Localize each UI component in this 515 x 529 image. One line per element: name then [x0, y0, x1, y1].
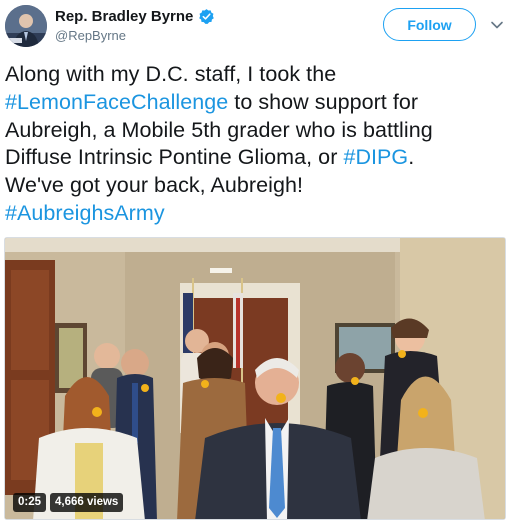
avatar[interactable]	[5, 5, 47, 47]
tweet-text-segment: Aubreigh, a Mobile 5th grader who is bat…	[5, 117, 433, 142]
tweet-line-2: #LemonFaceChallenge to show support for	[5, 89, 510, 117]
tweet-header: Rep. Bradley Byrne @RepByrne Follow	[0, 0, 515, 56]
tweet-line-6: #AubreighsArmy	[5, 200, 510, 228]
tweet-line-3: Aubreigh, a Mobile 5th grader who is bat…	[5, 117, 510, 145]
tweet-text-segment: .	[408, 145, 415, 170]
tweet-text-segment: We've got your back, Aubreigh!	[5, 173, 304, 198]
tweet-text-segment: Along with my D.C. staff, I took the	[5, 62, 337, 86]
chevron-down-icon[interactable]	[490, 18, 504, 32]
tweet-line-4: Diffuse Intrinsic Pontine Glioma, or #DI…	[5, 144, 510, 172]
video-duration: 0:25	[13, 493, 47, 512]
tweet-text: Along with my D.C. staff, I took the #Le…	[5, 61, 510, 228]
hashtag-aubreighsarmy[interactable]: #AubreighsArmy	[5, 201, 165, 225]
verified-badge-icon	[199, 9, 215, 24]
video-frame	[5, 238, 505, 519]
hashtag-dipg[interactable]: #DIPG	[343, 145, 408, 169]
hashtag-lemonfacechallenge[interactable]: #LemonFaceChallenge	[5, 90, 228, 114]
video-views: 4,666 views	[50, 493, 124, 512]
video-badges: 0:25 4,666 views	[13, 493, 124, 512]
handle[interactable]: @RepByrne	[55, 28, 126, 43]
display-name[interactable]: Rep. Bradley Byrne	[55, 8, 193, 25]
tweet-text-segment: to show support for	[228, 89, 419, 114]
follow-button[interactable]: Follow	[383, 8, 476, 41]
tweet-line-5: We've got your back, Aubreigh!	[5, 172, 510, 200]
tweet-text-segment: Diffuse Intrinsic Pontine Glioma, or	[5, 145, 344, 170]
tweet-line-1: Along with my D.C. staff, I took the	[5, 61, 510, 89]
profile-photo-icon	[5, 5, 47, 47]
name-row: Rep. Bradley Byrne	[55, 8, 215, 25]
video-player[interactable]: 0:25 4,666 views	[4, 237, 506, 520]
